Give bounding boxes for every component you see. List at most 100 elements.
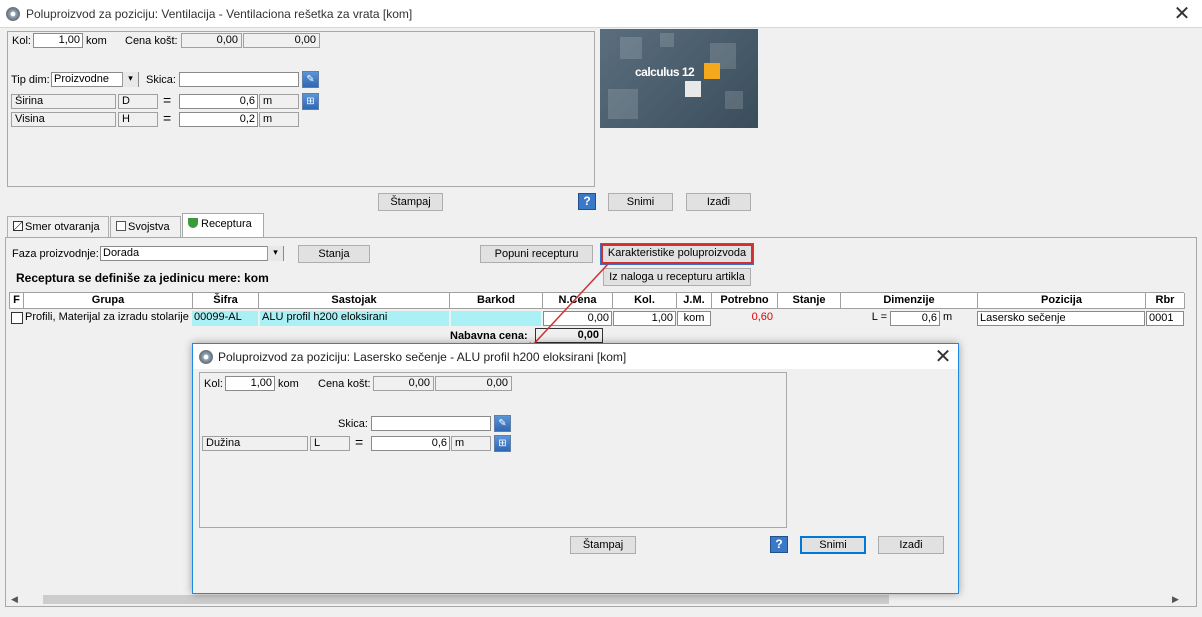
dialog-skica-label: Skica: (338, 418, 368, 430)
cell-sifra: 00099-AL (192, 311, 258, 326)
kol-unit: kom (86, 35, 107, 47)
col-stanje[interactable]: Stanje (778, 293, 841, 309)
cena-label: Cena košt: (125, 35, 178, 47)
dim-code-d: D (118, 94, 158, 109)
cell-pozicija[interactable]: Lasersko sečenje (977, 311, 1145, 326)
grid-icon[interactable]: ⊞ (302, 93, 319, 110)
app-icon (199, 350, 213, 364)
row-checkbox[interactable] (11, 312, 23, 324)
kol-input[interactable]: 1,00 (33, 33, 83, 48)
cena-value-2: 0,00 (243, 33, 320, 48)
col-rbr[interactable]: Rbr (1146, 293, 1185, 309)
top-panel (7, 31, 595, 187)
col-pozicija[interactable]: Pozicija (978, 293, 1146, 309)
col-kol[interactable]: Kol. (613, 293, 677, 309)
scrollbar-thumb[interactable] (43, 595, 889, 604)
tipdim-value: Proizvodne (54, 73, 110, 85)
kol-label: Kol: (12, 35, 31, 47)
help-icon[interactable]: ? (770, 536, 788, 553)
dim-code-h: H (118, 112, 158, 127)
cell-dim-unit: m (943, 311, 953, 323)
visina-input[interactable]: 0,2 (179, 112, 258, 127)
logo-text: calculus 12 (635, 65, 695, 79)
cena-value-1: 0,00 (181, 33, 242, 48)
col-jm[interactable]: J.M. (677, 293, 712, 309)
help-icon[interactable]: ? (578, 193, 596, 210)
cell-rbr[interactable]: 0001 (1146, 311, 1184, 326)
popuni-recepturu-button[interactable]: Popuni recepturu (480, 245, 593, 263)
dialog-stampaj-button[interactable]: Štampaj (570, 536, 636, 554)
cell-dim-label: L = (871, 311, 887, 323)
close-icon[interactable]: ✕ (1172, 4, 1192, 24)
dialog-kol-unit: kom (278, 378, 299, 390)
dialog-cena-value-1: 0,00 (373, 376, 434, 391)
window-title: Poluproizvod za poziciju: Ventilacija - … (26, 7, 413, 21)
tab-receptura[interactable]: Receptura (182, 213, 264, 238)
sub-dialog: Poluproizvod za poziciju: Lasersko sečen… (192, 343, 959, 594)
iz-naloga-button[interactable]: Iz naloga u recepturu artikla (603, 268, 751, 286)
dim-name-sirina: Širina (11, 94, 116, 109)
col-sifra[interactable]: Šifra (193, 293, 259, 309)
tab-label: Svojstva (128, 221, 170, 233)
dialog-skica-input[interactable] (371, 416, 491, 431)
tab-label: Receptura (201, 218, 252, 230)
stampaj-button[interactable]: Štampaj (378, 193, 443, 211)
scroll-right-icon[interactable]: ▶ (1172, 594, 1179, 605)
tipdim-label: Tip dim: (11, 74, 50, 86)
dialog-duzina-input[interactable]: 0,6 (371, 436, 450, 451)
dialog-dim-name: Dužina (202, 436, 308, 451)
sirina-unit: m (259, 94, 299, 109)
cell-jm[interactable]: kom (677, 311, 711, 326)
dialog-kol-input[interactable]: 1,00 (225, 376, 275, 391)
equals-sign: = (163, 110, 172, 126)
chevron-down-icon[interactable]: ▾ (122, 72, 138, 87)
stanja-button[interactable]: Stanja (298, 245, 370, 263)
faza-label: Faza proizvodnje: (12, 248, 99, 260)
cell-potrebno: 0,60 (751, 311, 773, 323)
main-titlebar: Poluproizvod za poziciju: Ventilacija - … (0, 0, 1202, 28)
sirina-input[interactable]: 0,6 (179, 94, 258, 109)
nabavna-label: Nabavna cena: (450, 330, 528, 342)
col-f[interactable]: F (10, 293, 24, 309)
skica-input[interactable] (179, 72, 299, 87)
chevron-down-icon[interactable]: ▾ (267, 246, 283, 261)
snimi-button[interactable]: Snimi (608, 193, 673, 211)
tab-label: Smer otvaranja (25, 221, 100, 233)
logo-square (704, 63, 720, 79)
dialog-cena-label: Cena košt: (318, 378, 371, 390)
visina-unit: m (259, 112, 299, 127)
edit-icon[interactable]: ✎ (302, 71, 319, 88)
flask-icon (188, 218, 198, 228)
col-potrebno[interactable]: Potrebno (712, 293, 778, 309)
scroll-left-icon[interactable]: ◀ (11, 594, 18, 605)
skica-label: Skica: (146, 74, 176, 86)
col-dimenzije[interactable]: Dimenzije (841, 293, 978, 309)
dialog-cena-value-2: 0,00 (435, 376, 512, 391)
tab-smer-otvaranja[interactable]: Smer otvaranja (7, 216, 109, 238)
cell-stanje (778, 311, 840, 326)
col-grupa[interactable]: Grupa (24, 293, 193, 309)
karakteristike-button[interactable]: Karakteristike poluproizvoda (600, 243, 754, 265)
dialog-kol-label: Kol: (204, 378, 223, 390)
dim-name-visina: Visina (11, 112, 116, 127)
cell-kol[interactable]: 1,00 (613, 311, 676, 326)
cell-sastojak: ALU profil h200 eloksirani (260, 311, 449, 326)
izadji-button[interactable]: Izađi (686, 193, 751, 211)
dialog-snimi-button[interactable]: Snimi (800, 536, 866, 554)
edit-icon[interactable]: ✎ (494, 415, 511, 432)
dialog-izadji-button[interactable]: Izađi (878, 536, 944, 554)
properties-icon (116, 221, 126, 231)
grid-icon[interactable]: ⊞ (494, 435, 511, 452)
faza-select[interactable]: Dorada (100, 246, 284, 261)
calculus-logo: calculus 12 (600, 29, 758, 128)
cell-dim-value[interactable]: 0,6 (890, 311, 940, 326)
receptura-info: Receptura se definiše za jedinicu mere: … (16, 271, 269, 285)
tab-svojstva[interactable]: Svojstva (110, 216, 181, 238)
equals-sign: = (355, 434, 364, 450)
horizontal-scrollbar[interactable]: ◀ ▶ (9, 592, 1184, 606)
door-icon (13, 221, 23, 231)
app-icon (6, 7, 20, 21)
cell-grupa: Profili, Materijal za izradu stolarije (25, 311, 189, 323)
col-sastojak[interactable]: Sastojak (259, 293, 450, 309)
close-icon[interactable]: ✕ (933, 347, 953, 367)
